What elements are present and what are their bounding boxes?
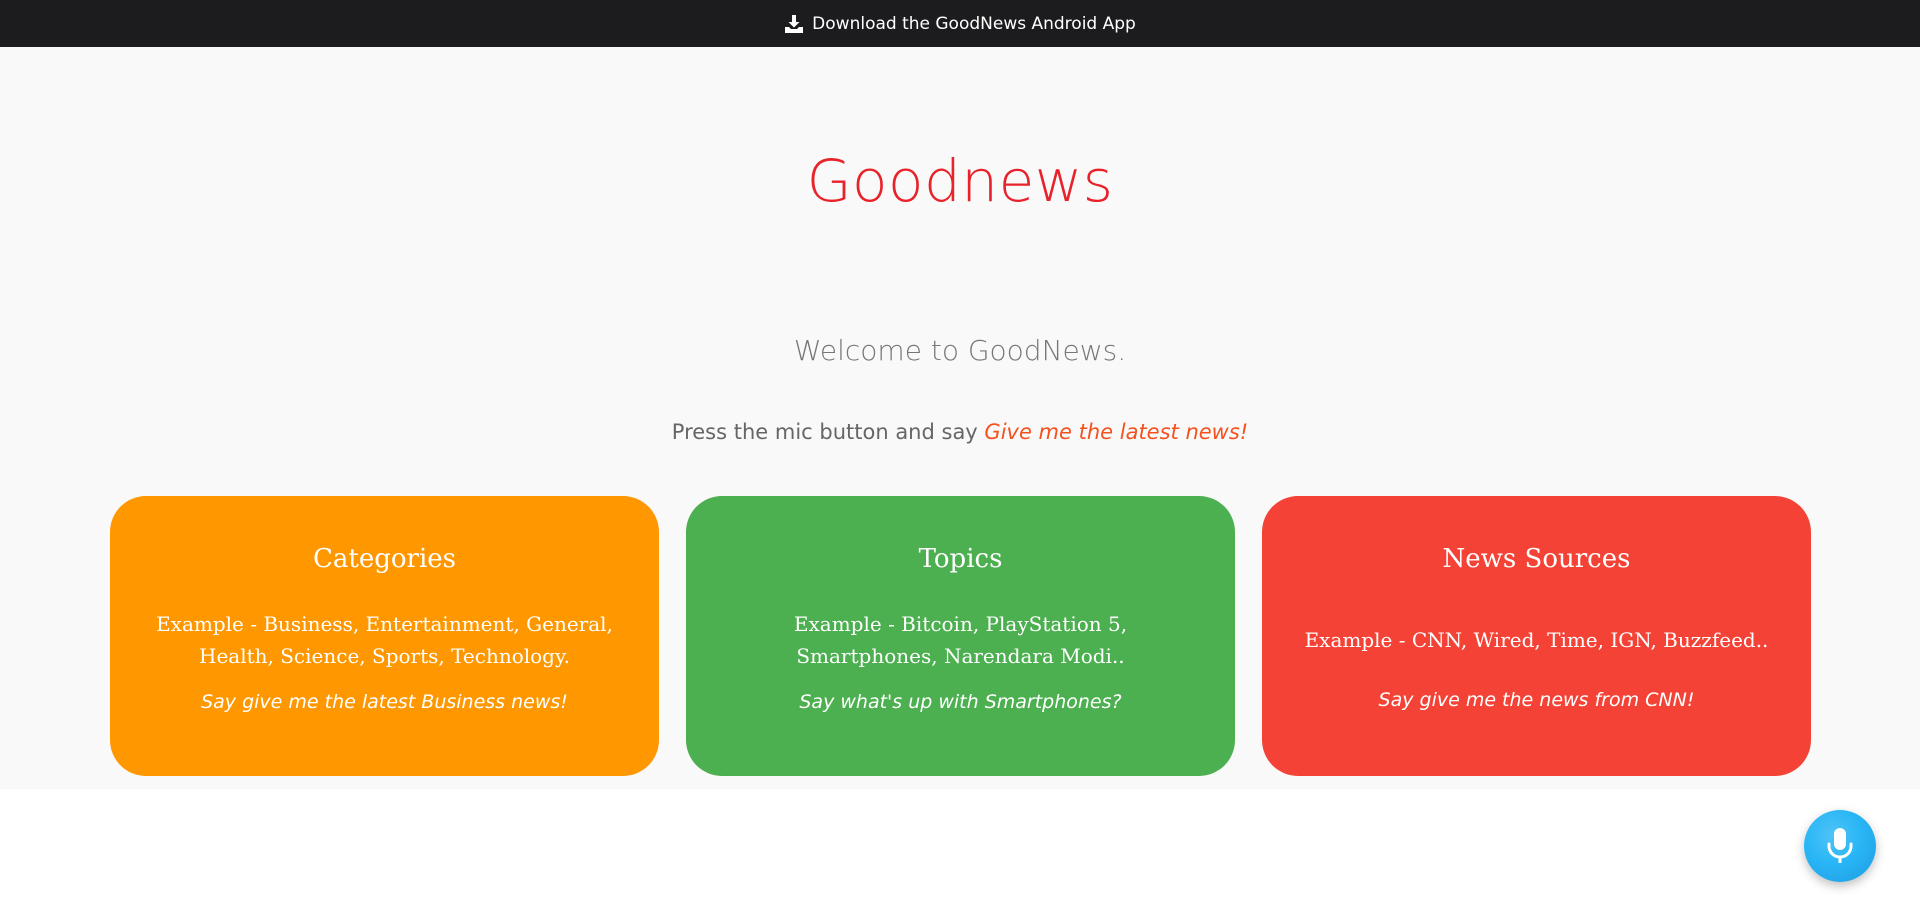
card-example: Example - Business, Entertainment, Gener…	[156, 612, 613, 668]
instruction-prefix: Press the mic button and say	[671, 420, 985, 444]
goodnews-logo: Goodnews	[806, 147, 1114, 215]
download-app-label: Download the GoodNews Android App	[812, 13, 1136, 34]
cards-row: Categories Example - Business, Entertain…	[110, 496, 1811, 776]
download-app-banner[interactable]: Download the GoodNews Android App	[0, 0, 1920, 47]
card-example: Example - Bitcoin, PlayStation 5, Smartp…	[793, 612, 1128, 668]
card-title: Categories	[313, 544, 456, 574]
welcome-heading: Welcome to GoodNews.	[793, 334, 1127, 367]
instruction-text: Press the mic button and say Give me the…	[0, 420, 1920, 444]
microphone-icon	[1827, 828, 1853, 863]
hero-section: Goodnews Welcome to GoodNews. Press the …	[0, 47, 1920, 789]
card-hint: Say give me the news from CNN!	[1378, 689, 1695, 711]
card-title: Topics	[918, 544, 1003, 574]
download-icon	[785, 14, 804, 33]
card-hint: Say give me the latest Business news!	[201, 691, 568, 713]
mic-button[interactable]	[1804, 810, 1876, 882]
card-hint: Say what's up with Smartphones?	[799, 691, 1122, 713]
card-title: News Sources	[1442, 544, 1631, 574]
card-example: Example - CNN, Wired, Time, IGN, Buzzfee…	[1304, 628, 1769, 652]
instruction-phrase: Give me the latest news!	[984, 420, 1249, 444]
card-topics[interactable]: Topics Example - Bitcoin, PlayStation 5,…	[686, 496, 1235, 776]
card-news-sources[interactable]: News Sources Example - CNN, Wired, Time,…	[1262, 496, 1811, 776]
card-categories[interactable]: Categories Example - Business, Entertain…	[110, 496, 659, 776]
